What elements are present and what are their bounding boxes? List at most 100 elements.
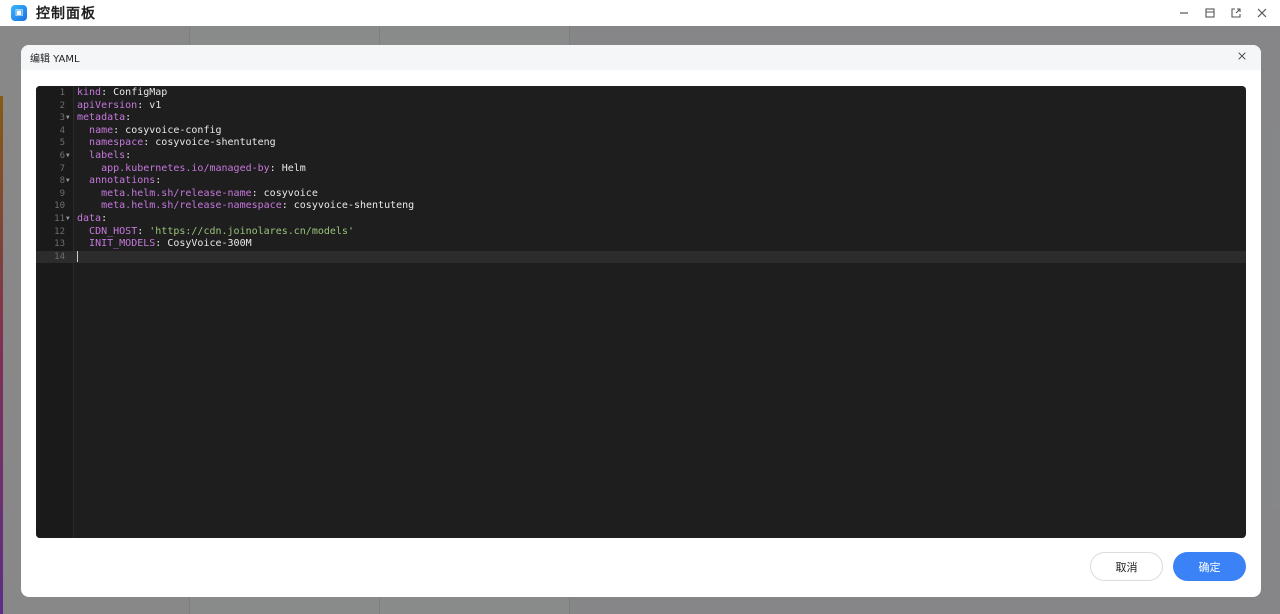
yaml-value: :	[125, 149, 132, 161]
line-number: 5	[59, 138, 65, 149]
code-line[interactable]: 3 ▼ metadata:	[36, 112, 1246, 125]
code-line[interactable]: 6 ▼ labels:	[36, 150, 1246, 163]
yaml-value	[77, 226, 89, 237]
line-number: 11	[54, 213, 65, 224]
yaml-value: : ConfigMap	[101, 87, 168, 98]
yaml-value: :	[137, 225, 150, 237]
line-number: 6	[59, 150, 65, 161]
fold-toggle-icon[interactable]: ▼	[66, 150, 70, 163]
code-text: meta.helm.sh/release-name: cosyvoice	[77, 188, 318, 201]
window-controls	[1178, 0, 1268, 26]
line-number: 2	[59, 100, 65, 111]
yaml-key: apiVersion	[77, 99, 138, 111]
line-number: 10	[54, 201, 65, 212]
code-text: CDN_HOST: 'https://cdn.joinolares.cn/mod…	[77, 226, 354, 239]
yaml-value: : cosyvoice-shentuteng	[143, 137, 276, 149]
fold-toggle-icon[interactable]: ▼	[66, 112, 70, 125]
code-text: apiVersion: v1	[77, 100, 161, 113]
yaml-value	[77, 137, 89, 148]
code-line[interactable]: 8 ▼ annotations:	[36, 175, 1246, 188]
code-lines: 1 kind: ConfigMap 2 apiVersion: v1 3 ▼ metadat…	[36, 86, 1246, 264]
yaml-value: : CosyVoice-300M	[155, 238, 252, 250]
yaml-value: :	[155, 175, 162, 187]
yaml-key: app.kubernetes.io/managed-by	[101, 162, 270, 174]
dialog-title: 编辑 YAML	[30, 54, 80, 65]
yaml-value: : v1	[137, 99, 162, 111]
code-line[interactable]: 4 name: cosyvoice-config	[36, 125, 1246, 138]
code-line[interactable]: 11 ▼ data:	[36, 213, 1246, 226]
yaml-key: data	[77, 212, 102, 224]
yaml-value: :	[125, 112, 132, 124]
line-number: 14	[54, 251, 65, 262]
line-number: 9	[59, 188, 65, 199]
window-title: 控制面板	[36, 6, 96, 22]
yaml-value: : Helm	[269, 162, 306, 174]
yaml-value	[77, 125, 89, 136]
yaml-string: 'https://cdn.joinolares.cn/models'	[149, 225, 354, 237]
yaml-value: : cosyvoice-shentuteng	[281, 200, 415, 212]
yaml-key: meta.helm.sh/release-name	[101, 187, 252, 199]
yaml-value	[77, 188, 101, 199]
code-text: data:	[77, 213, 107, 226]
yaml-value: :	[101, 212, 108, 224]
yaml-value	[77, 238, 89, 249]
yaml-key: CDN_HOST	[89, 225, 138, 237]
code-text: INIT_MODELS: CosyVoice-300M	[77, 238, 252, 251]
line-number: 1	[59, 88, 65, 98]
yaml-value: : cosyvoice-config	[113, 124, 222, 136]
yaml-value: : cosyvoice	[251, 187, 318, 199]
yaml-value	[77, 175, 89, 186]
yaml-key: kind	[77, 87, 102, 98]
code-text: namespace: cosyvoice-shentuteng	[77, 137, 276, 150]
yaml-value	[77, 150, 89, 161]
code-line[interactable]: 12 CDN_HOST: 'https://cdn.joinolares.cn/…	[36, 226, 1246, 239]
yaml-key: INIT_MODELS	[89, 238, 156, 250]
code-text: kind: ConfigMap	[77, 87, 167, 100]
yaml-key: labels	[89, 149, 126, 161]
text-cursor	[77, 250, 78, 262]
yaml-code-editor[interactable]: 1 kind: ConfigMap 2 apiVersion: v1 3 ▼ metadat…	[36, 86, 1246, 538]
line-number: 4	[59, 125, 65, 136]
fold-toggle-icon[interactable]: ▼	[66, 175, 70, 188]
yaml-key: name	[89, 124, 114, 136]
code-line[interactable]: 7 app.kubernetes.io/managed-by: Helm	[36, 163, 1246, 176]
window-titlebar: ▣ 控制面板	[0, 0, 1280, 26]
line-number: 3	[59, 113, 65, 124]
yaml-key: namespace	[89, 137, 144, 149]
yaml-key: metadata	[77, 112, 126, 124]
close-icon[interactable]	[1236, 51, 1248, 63]
yaml-key: meta.helm.sh/release-namespace	[101, 200, 282, 212]
line-number: 7	[59, 163, 65, 174]
code-text: name: cosyvoice-config	[77, 124, 222, 138]
confirm-button[interactable]: 确定	[1173, 552, 1246, 581]
code-line[interactable]: 1 kind: ConfigMap	[36, 87, 1246, 100]
dialog-header: 编辑 YAML	[21, 45, 1261, 70]
dialog-footer: 取消 确定	[1090, 552, 1246, 581]
yaml-value	[77, 163, 101, 174]
code-line[interactable]: 2 apiVersion: v1	[36, 100, 1246, 113]
code-text: meta.helm.sh/release-namespace: cosyvoic…	[77, 200, 414, 213]
code-line[interactable]: 9 meta.helm.sh/release-name: cosyvoice	[36, 188, 1246, 201]
minimize-icon[interactable]	[1178, 7, 1190, 19]
code-line[interactable]: 10 meta.helm.sh/release-namespace: cosyv…	[36, 200, 1246, 213]
external-link-icon[interactable]	[1230, 7, 1242, 19]
app-icon: ▣	[11, 5, 27, 21]
close-icon[interactable]	[1256, 7, 1268, 19]
code-line[interactable]: 14	[36, 250, 1246, 264]
code-line[interactable]: 13 INIT_MODELS: CosyVoice-300M	[36, 238, 1246, 251]
line-number: 12	[54, 226, 65, 237]
code-text: app.kubernetes.io/managed-by: Helm	[77, 163, 306, 176]
line-number: 13	[54, 239, 65, 250]
code-text: metadata:	[77, 112, 131, 125]
restore-icon[interactable]	[1204, 7, 1216, 19]
code-line[interactable]: 5 namespace: cosyvoice-shentuteng	[36, 137, 1246, 150]
edit-yaml-dialog: 编辑 YAML 1 kind: ConfigMap 2 apiVersion: v1 3…	[21, 45, 1261, 597]
code-text: annotations:	[77, 175, 161, 188]
cancel-button[interactable]: 取消	[1090, 552, 1163, 581]
fold-toggle-icon[interactable]: ▼	[66, 213, 70, 226]
line-number: 8	[59, 176, 65, 187]
yaml-key: annotations	[89, 175, 156, 187]
code-text: labels:	[77, 150, 131, 163]
yaml-value	[77, 200, 101, 211]
code-text	[77, 250, 78, 264]
